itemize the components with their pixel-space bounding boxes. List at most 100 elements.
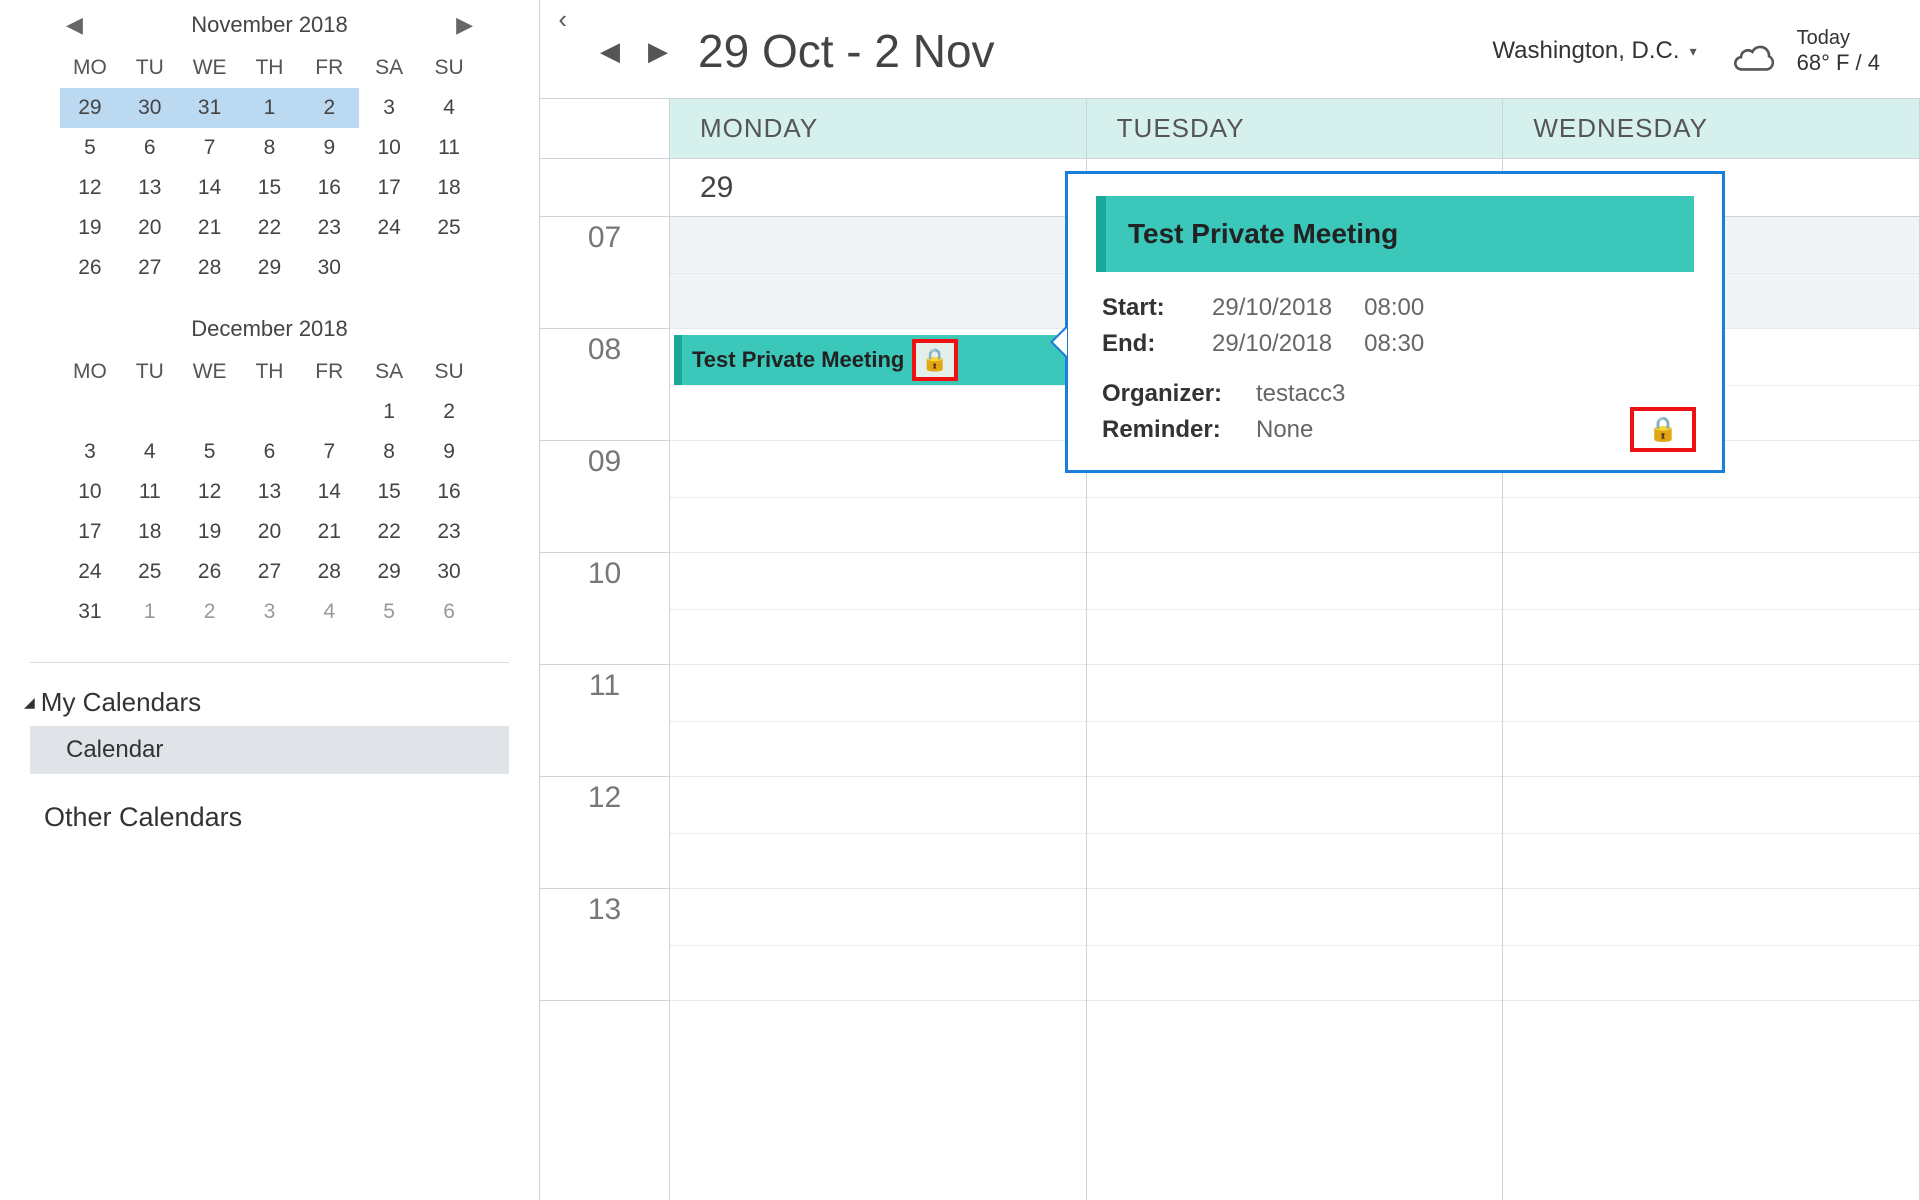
- mini-cal-day[interactable]: 26: [180, 552, 240, 592]
- time-slot[interactable]: [670, 665, 1086, 777]
- time-slot[interactable]: [1087, 777, 1503, 889]
- mini-cal-day[interactable]: 24: [359, 208, 419, 248]
- mini-cal-day[interactable]: 8: [240, 128, 300, 168]
- mini-cal-day[interactable]: 11: [419, 128, 479, 168]
- mini-cal-title[interactable]: November 2018: [89, 12, 450, 38]
- time-slot[interactable]: [670, 553, 1086, 665]
- prev-week-icon[interactable]: ◀: [600, 36, 620, 67]
- mini-cal-day[interactable]: 28: [299, 552, 359, 592]
- mini-cal-title[interactable]: December 2018: [60, 316, 479, 342]
- mini-cal-day[interactable]: 22: [359, 512, 419, 552]
- mini-cal-day[interactable]: 21: [299, 512, 359, 552]
- mini-cal-day[interactable]: 16: [299, 168, 359, 208]
- mini-cal-day[interactable]: 29: [359, 552, 419, 592]
- time-slot[interactable]: [1503, 553, 1919, 665]
- mini-cal-day[interactable]: 30: [120, 88, 180, 128]
- collapse-sidebar-icon[interactable]: ‹: [558, 4, 567, 35]
- mini-cal-day[interactable]: 12: [60, 168, 120, 208]
- mini-cal-day[interactable]: 1: [120, 592, 180, 632]
- time-slot[interactable]: [670, 217, 1086, 329]
- mini-cal-day[interactable]: 19: [180, 512, 240, 552]
- mini-cal-day[interactable]: 21: [180, 208, 240, 248]
- mini-cal-day[interactable]: 30: [299, 248, 359, 288]
- mini-cal-day[interactable]: 1: [359, 392, 419, 432]
- mini-cal-day[interactable]: 14: [180, 168, 240, 208]
- mini-cal-day[interactable]: 8: [359, 432, 419, 472]
- mini-cal-day[interactable]: 27: [120, 248, 180, 288]
- day-number[interactable]: 29: [670, 159, 1086, 217]
- mini-cal-day[interactable]: 7: [180, 128, 240, 168]
- mini-cal-day[interactable]: 4: [419, 88, 479, 128]
- day-header[interactable]: MONDAY: [670, 99, 1086, 159]
- time-slot[interactable]: [1503, 665, 1919, 777]
- time-slot[interactable]: [1503, 889, 1919, 1001]
- next-week-icon[interactable]: ▶: [648, 36, 668, 67]
- mini-cal-day[interactable]: 15: [240, 168, 300, 208]
- mini-cal-day[interactable]: 4: [299, 592, 359, 632]
- mini-cal-day[interactable]: 28: [180, 248, 240, 288]
- mini-cal-day[interactable]: 17: [359, 168, 419, 208]
- mini-cal-day[interactable]: 18: [419, 168, 479, 208]
- mini-cal-day[interactable]: 31: [180, 88, 240, 128]
- prev-month-icon[interactable]: ◀: [60, 12, 89, 38]
- mini-cal-day[interactable]: 6: [120, 128, 180, 168]
- mini-cal-day[interactable]: 23: [299, 208, 359, 248]
- location-picker[interactable]: Washington, D.C. ▾: [1492, 37, 1696, 65]
- mini-cal-day[interactable]: 7: [299, 432, 359, 472]
- time-slot[interactable]: [670, 889, 1086, 1001]
- mini-cal-day[interactable]: 22: [240, 208, 300, 248]
- time-slot[interactable]: [1087, 665, 1503, 777]
- mini-cal-day[interactable]: 2: [299, 88, 359, 128]
- mini-cal-day[interactable]: 5: [359, 592, 419, 632]
- mini-cal-day[interactable]: 12: [180, 472, 240, 512]
- time-slot[interactable]: [1503, 777, 1919, 889]
- mini-cal-day[interactable]: 23: [419, 512, 479, 552]
- mini-cal-day[interactable]: 11: [120, 472, 180, 512]
- my-calendars-group[interactable]: ◢ My Calendars: [0, 673, 539, 726]
- mini-cal-day[interactable]: 24: [60, 552, 120, 592]
- mini-cal-day[interactable]: 6: [240, 432, 300, 472]
- time-slot[interactable]: [670, 777, 1086, 889]
- other-calendars-group[interactable]: Other Calendars: [0, 774, 539, 841]
- mini-cal-day[interactable]: 19: [60, 208, 120, 248]
- mini-cal-day[interactable]: 25: [419, 208, 479, 248]
- mini-cal-day[interactable]: 3: [240, 592, 300, 632]
- mini-cal-day[interactable]: 2: [419, 392, 479, 432]
- calendar-event[interactable]: Test Private Meeting🔒: [674, 335, 1086, 385]
- mini-cal-day[interactable]: 27: [240, 552, 300, 592]
- time-slot[interactable]: [670, 441, 1086, 553]
- mini-cal-day[interactable]: 10: [359, 128, 419, 168]
- mini-cal-day[interactable]: 20: [120, 208, 180, 248]
- mini-cal-day[interactable]: 18: [120, 512, 180, 552]
- mini-cal-day[interactable]: 5: [180, 432, 240, 472]
- mini-cal-day[interactable]: 30: [419, 552, 479, 592]
- mini-cal-day[interactable]: 25: [120, 552, 180, 592]
- next-month-icon[interactable]: ▶: [450, 12, 479, 38]
- mini-cal-day[interactable]: 2: [180, 592, 240, 632]
- mini-cal-day[interactable]: 9: [419, 432, 479, 472]
- mini-cal-day[interactable]: 13: [240, 472, 300, 512]
- mini-cal-day[interactable]: 5: [60, 128, 120, 168]
- mini-cal-day[interactable]: 31: [60, 592, 120, 632]
- mini-cal-day[interactable]: 29: [240, 248, 300, 288]
- weather-widget[interactable]: Today 68° F / 4: [1727, 27, 1880, 75]
- mini-cal-day[interactable]: 26: [60, 248, 120, 288]
- mini-cal-day[interactable]: 14: [299, 472, 359, 512]
- time-slot[interactable]: [1087, 553, 1503, 665]
- mini-cal-day[interactable]: 3: [359, 88, 419, 128]
- calendar-list-item[interactable]: Calendar: [30, 726, 509, 774]
- mini-cal-day[interactable]: 20: [240, 512, 300, 552]
- day-header[interactable]: WEDNESDAY: [1503, 99, 1919, 159]
- mini-cal-day[interactable]: 13: [120, 168, 180, 208]
- mini-cal-day[interactable]: 17: [60, 512, 120, 552]
- mini-cal-day[interactable]: 29: [60, 88, 120, 128]
- time-slot[interactable]: [1087, 889, 1503, 1001]
- mini-cal-day[interactable]: 1: [240, 88, 300, 128]
- mini-cal-day[interactable]: 4: [120, 432, 180, 472]
- day-header[interactable]: TUESDAY: [1087, 99, 1503, 159]
- mini-cal-day[interactable]: 6: [419, 592, 479, 632]
- mini-cal-day[interactable]: 15: [359, 472, 419, 512]
- mini-cal-day[interactable]: 16: [419, 472, 479, 512]
- mini-cal-day[interactable]: 3: [60, 432, 120, 472]
- mini-cal-day[interactable]: 10: [60, 472, 120, 512]
